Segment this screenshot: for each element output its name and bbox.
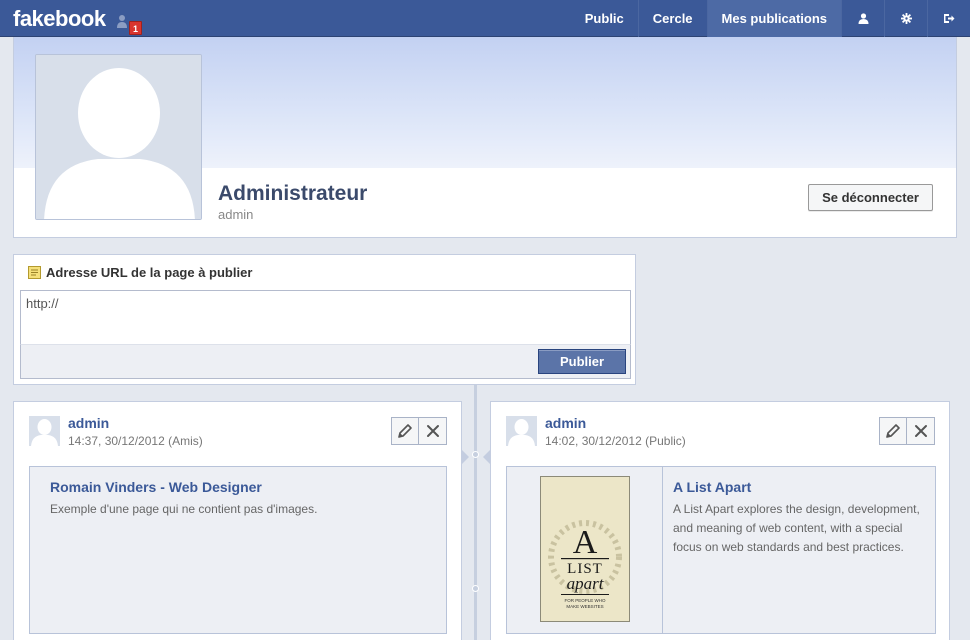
pencil-icon [398, 424, 412, 438]
url-input[interactable]: http:// [20, 290, 631, 344]
main-nav: Public Cercle Mes publications [571, 0, 970, 37]
notification-badge[interactable]: 1 [129, 21, 143, 35]
avatar[interactable] [506, 416, 537, 446]
post-card: admin 14:37, 30/12/2012 (Amis) Romain Vi… [13, 401, 469, 640]
edit-button[interactable] [879, 417, 907, 445]
post-author[interactable]: admin [545, 415, 586, 431]
link-thumbnail-area: A LIST apart FOR PEOPLE WHO MAKE WEBSITE… [507, 467, 663, 633]
profile-avatar[interactable] [35, 54, 202, 220]
link-preview[interactable]: Romain Vinders - Web Designer Exemple d'… [29, 466, 447, 634]
post-author[interactable]: admin [68, 415, 109, 431]
pencil-icon [886, 424, 900, 438]
post-timestamp: 14:02, 30/12/2012 (Public) [545, 434, 686, 448]
user-icon [858, 13, 868, 24]
app-logo[interactable]: fakebook [13, 6, 106, 32]
nav-public[interactable]: Public [571, 0, 638, 37]
timeline-connector [461, 449, 469, 465]
gear-icon [900, 13, 912, 24]
publish-box: Adresse URL de la page à publier http://… [13, 254, 636, 385]
link-description: A List Apart explores the design, develo… [673, 502, 920, 554]
publish-title-text: Adresse URL de la page à publier [46, 265, 253, 280]
svg-text:A: A [573, 524, 598, 561]
post-timestamp: 14:37, 30/12/2012 (Amis) [68, 434, 203, 448]
svg-text:MAKE WEBSITES: MAKE WEBSITES [566, 604, 603, 609]
timeline-dot [472, 585, 479, 592]
nav-cercle[interactable]: Cercle [637, 0, 707, 37]
close-icon [914, 425, 927, 437]
post-actions [879, 417, 935, 445]
top-bar: fakebook 1 Public Cercle Mes publication… [0, 0, 970, 37]
timeline-spine [474, 385, 477, 640]
post-actions [391, 417, 447, 445]
post-card: admin 14:02, 30/12/2012 (Public) A LIST [483, 401, 950, 640]
publish-title: Adresse URL de la page à publier [28, 265, 252, 280]
link-thumbnail[interactable]: A LIST apart FOR PEOPLE WHO MAKE WEBSITE… [540, 476, 630, 622]
svg-text:apart: apart [567, 574, 605, 593]
delete-button[interactable] [419, 417, 447, 445]
delete-button[interactable] [907, 417, 935, 445]
profile-card: Administrateur admin Se déconnecter [13, 37, 957, 238]
nav-profile[interactable] [841, 0, 884, 37]
publish-footer: Publier [20, 344, 631, 379]
link-title[interactable]: Romain Vinders - Web Designer [50, 479, 262, 495]
publish-button[interactable]: Publier [538, 349, 626, 374]
timeline-dot [472, 451, 479, 458]
nav-logout[interactable] [927, 0, 970, 37]
profile-name: Administrateur [218, 182, 368, 205]
avatar[interactable] [29, 416, 60, 446]
logout-button[interactable]: Se déconnecter [808, 184, 933, 211]
edit-button[interactable] [391, 417, 419, 445]
timeline-connector [483, 449, 491, 465]
nav-settings[interactable] [884, 0, 927, 37]
profile-login: admin [218, 207, 254, 222]
default-avatar-icon [506, 416, 537, 446]
logout-icon [944, 14, 955, 23]
a-list-apart-logo: A LIST apart FOR PEOPLE WHO MAKE WEBSITE… [541, 477, 629, 621]
svg-text:FOR PEOPLE WHO: FOR PEOPLE WHO [564, 598, 606, 603]
default-avatar-icon [29, 416, 60, 446]
default-avatar-icon [36, 55, 201, 219]
close-icon [426, 425, 439, 437]
note-icon [28, 266, 41, 279]
nav-mes-publications[interactable]: Mes publications [706, 0, 841, 37]
link-description: Exemple d'une page qui ne contient pas d… [50, 502, 318, 516]
link-preview[interactable]: A LIST apart FOR PEOPLE WHO MAKE WEBSITE… [506, 466, 936, 634]
link-title[interactable]: A List Apart [673, 479, 751, 495]
